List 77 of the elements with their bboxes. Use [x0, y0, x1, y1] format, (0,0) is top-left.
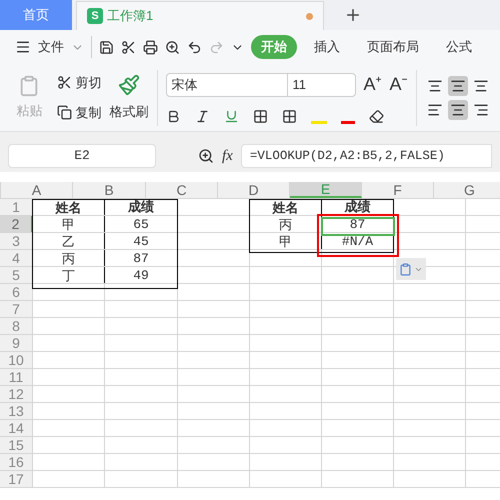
- underline-icon[interactable]: [224, 108, 238, 124]
- cell-text: 乙: [62, 234, 75, 248]
- undo-icon[interactable]: [187, 40, 202, 54]
- row-header[interactable]: 13: [0, 403, 33, 419]
- column-header[interactable]: F: [362, 182, 434, 198]
- row-header[interactable]: 14: [0, 420, 33, 436]
- cell-text: 甲: [62, 218, 75, 230]
- copy-icon[interactable]: [56, 104, 72, 120]
- save-icon[interactable]: [99, 40, 114, 54]
- paste-options-button[interactable]: [396, 258, 426, 280]
- new-tab-icon[interactable]: [344, 6, 362, 24]
- fx-label[interactable]: fx: [222, 144, 233, 168]
- cell-text: 丙: [279, 218, 292, 230]
- cell-text: 姓名: [272, 200, 298, 214]
- row-header[interactable]: 11: [0, 369, 33, 385]
- align-middle-icon[interactable]: [448, 76, 468, 96]
- column-header[interactable]: G: [434, 182, 500, 198]
- formula-field[interactable]: =VLOOKUP(D2,A2:B5,2,FALSE): [240, 144, 492, 168]
- paintbrush-icon[interactable]: [118, 74, 140, 96]
- eraser-icon[interactable]: [368, 108, 384, 124]
- row-header[interactable]: 3: [0, 233, 33, 249]
- ribbon-tab[interactable]: 公式: [436, 35, 482, 59]
- font-size[interactable]: 11: [286, 74, 354, 96]
- copy-button[interactable]: 复制: [76, 102, 102, 122]
- scissors-icon[interactable]: [56, 75, 72, 90]
- zoom-icon[interactable]: [198, 148, 214, 164]
- cell-text: 87: [350, 218, 366, 230]
- home-tab[interactable]: 首页: [0, 0, 72, 30]
- row-header[interactable]: 9: [0, 335, 33, 351]
- document-tab[interactable]: S 工作簿1: [76, 1, 324, 30]
- row-header[interactable]: 7: [0, 301, 33, 317]
- cell-text: 丙: [62, 252, 75, 264]
- file-menu[interactable]: 文件: [38, 37, 64, 57]
- row-header[interactable]: 8: [0, 318, 33, 334]
- name-box[interactable]: E2: [8, 144, 156, 168]
- cell-text: 成绩: [344, 200, 370, 214]
- row-header[interactable]: 6: [0, 284, 33, 300]
- border-icon[interactable]: [252, 108, 268, 124]
- ribbon-tab[interactable]: 页面布局: [357, 35, 429, 59]
- row-header[interactable]: 5: [0, 267, 33, 283]
- row-header[interactable]: 1: [0, 199, 33, 215]
- column-header[interactable]: E: [290, 182, 362, 198]
- row-header[interactable]: 15: [0, 437, 33, 453]
- column-header[interactable]: B: [73, 182, 146, 198]
- cell-text: 49: [133, 268, 149, 282]
- ribbon-tab[interactable]: 插入: [304, 35, 350, 59]
- cell-text: #N/A: [342, 234, 374, 248]
- cell-text: 87: [133, 252, 149, 264]
- row-header[interactable]: 4: [0, 250, 33, 266]
- increase-font-icon[interactable]: A⁺: [364, 71, 382, 98]
- column-header[interactable]: A: [1, 182, 73, 198]
- font-field[interactable]: 宋体 11: [166, 72, 356, 96]
- document-tab-label: 工作簿1: [107, 7, 154, 26]
- cell-text: 丁: [62, 268, 75, 282]
- menu-icon[interactable]: [15, 39, 31, 55]
- cell-text: 姓名: [56, 200, 82, 214]
- column-header[interactable]: C: [146, 182, 218, 198]
- cell-text: 65: [133, 218, 149, 230]
- italic-icon[interactable]: [194, 108, 210, 124]
- row-header[interactable]: 10: [0, 352, 33, 368]
- format-painter-button[interactable]: 格式刷: [110, 102, 149, 122]
- scissors-icon[interactable]: [121, 40, 136, 54]
- cell-text: 45: [133, 234, 149, 248]
- printer-icon[interactable]: [143, 40, 158, 54]
- cell-text: 成绩: [128, 200, 154, 214]
- cell-text: 甲: [279, 234, 292, 248]
- row-header[interactable]: 16: [0, 454, 33, 470]
- spreadsheet-icon: S: [87, 8, 103, 24]
- clipboard-icon: [399, 262, 412, 276]
- ribbon-tab[interactable]: 开始: [251, 35, 297, 59]
- row-header[interactable]: 2: [0, 216, 33, 232]
- font-name[interactable]: 宋体: [166, 74, 286, 96]
- align-center-icon[interactable]: [448, 100, 468, 120]
- decrease-font-icon[interactable]: A⁻: [390, 71, 408, 98]
- row-header[interactable]: 17: [0, 471, 33, 487]
- row-header[interactable]: 12: [0, 386, 33, 402]
- cut-button[interactable]: 剪切: [76, 73, 102, 92]
